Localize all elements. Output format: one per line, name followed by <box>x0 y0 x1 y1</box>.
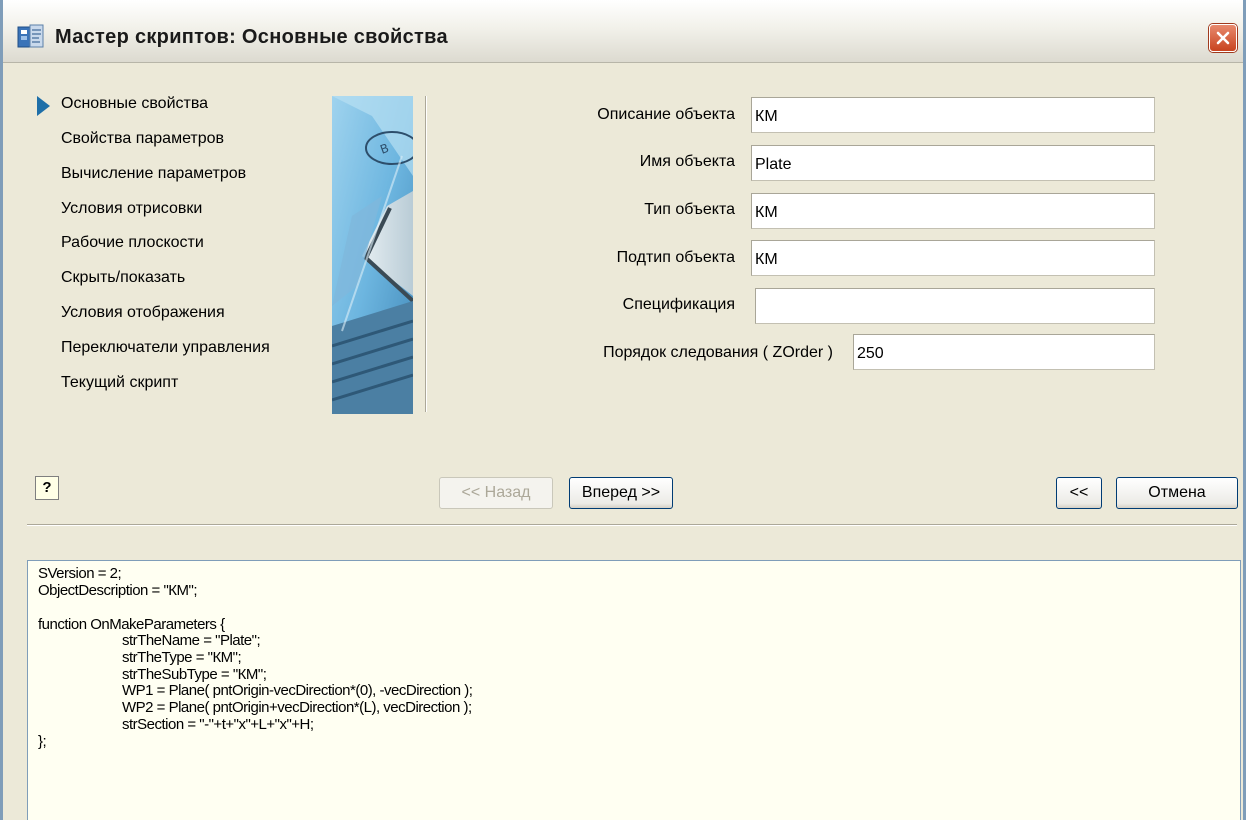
name-label: Имя объекта <box>639 153 735 170</box>
subtype-input[interactable] <box>751 240 1155 276</box>
type-label: Тип объекта <box>644 201 735 218</box>
step-display-conditions[interactable]: Условия отображения <box>61 301 225 325</box>
code-line: strSection = "-"+t+"x"+L+"x"+H; <box>122 716 314 733</box>
back-button[interactable]: << Назад <box>439 477 553 509</box>
code-line: WP1 = Plane( pntOrigin-vecDirection*(0),… <box>122 682 473 699</box>
code-line: strTheName = "Plate"; <box>122 632 261 649</box>
description-input[interactable] <box>751 97 1155 133</box>
vertical-divider <box>425 96 427 412</box>
step-current-script[interactable]: Текущий скрипт <box>61 371 178 395</box>
specification-input[interactable] <box>755 288 1155 324</box>
next-button[interactable]: Вперед >> <box>569 477 673 509</box>
code-line: SVersion = 2; <box>38 565 122 582</box>
collapse-button[interactable]: << <box>1056 477 1102 509</box>
title-bar[interactable]: Мастер скриптов: Основные свойства <box>3 0 1243 63</box>
code-line: ObjectDescription = "КМ"; <box>38 582 198 599</box>
step-basic-properties[interactable]: Основные свойства <box>61 92 208 116</box>
code-line: strTheType = "КМ"; <box>122 649 242 666</box>
close-icon <box>1216 31 1230 45</box>
current-step-arrow-icon <box>37 96 50 116</box>
wizard-window: Мастер скриптов: Основные свойства Основ… <box>0 0 1246 820</box>
name-input[interactable] <box>751 145 1155 181</box>
step-drawing-conditions[interactable]: Условия отрисовки <box>61 197 202 221</box>
window-title: Мастер скриптов: Основные свойства <box>55 26 448 48</box>
help-icon: ? <box>42 479 52 496</box>
subtype-label: Подтип объекта <box>616 249 735 266</box>
zorder-label: Порядок следования ( ZOrder ) <box>603 344 833 361</box>
script-code-view[interactable]: SVersion = 2; ObjectDescription = "КМ"; … <box>27 560 1241 820</box>
specification-label: Спецификация <box>622 296 735 313</box>
step-work-planes[interactable]: Рабочие плоскости <box>61 231 204 255</box>
step-parameter-properties[interactable]: Свойства параметров <box>61 127 224 151</box>
help-button[interactable]: ? <box>35 476 59 500</box>
cancel-button[interactable]: Отмена <box>1116 477 1238 509</box>
type-input[interactable] <box>751 193 1155 229</box>
zorder-input[interactable] <box>853 334 1155 370</box>
close-button[interactable] <box>1209 24 1237 52</box>
step-parameter-calculation[interactable]: Вычисление параметров <box>61 162 246 186</box>
code-line: }; <box>38 733 47 750</box>
code-line: WP2 = Plane( pntOrigin+vecDirection*(L),… <box>122 699 472 716</box>
step-hide-show[interactable]: Скрыть/показать <box>61 266 185 290</box>
step-control-switches[interactable]: Переключатели управления <box>61 336 270 360</box>
wizard-illustration: B <box>332 96 413 414</box>
wizard-app-icon <box>17 24 45 50</box>
description-label: Описание объекта <box>597 106 735 123</box>
horizontal-divider <box>27 524 1237 526</box>
